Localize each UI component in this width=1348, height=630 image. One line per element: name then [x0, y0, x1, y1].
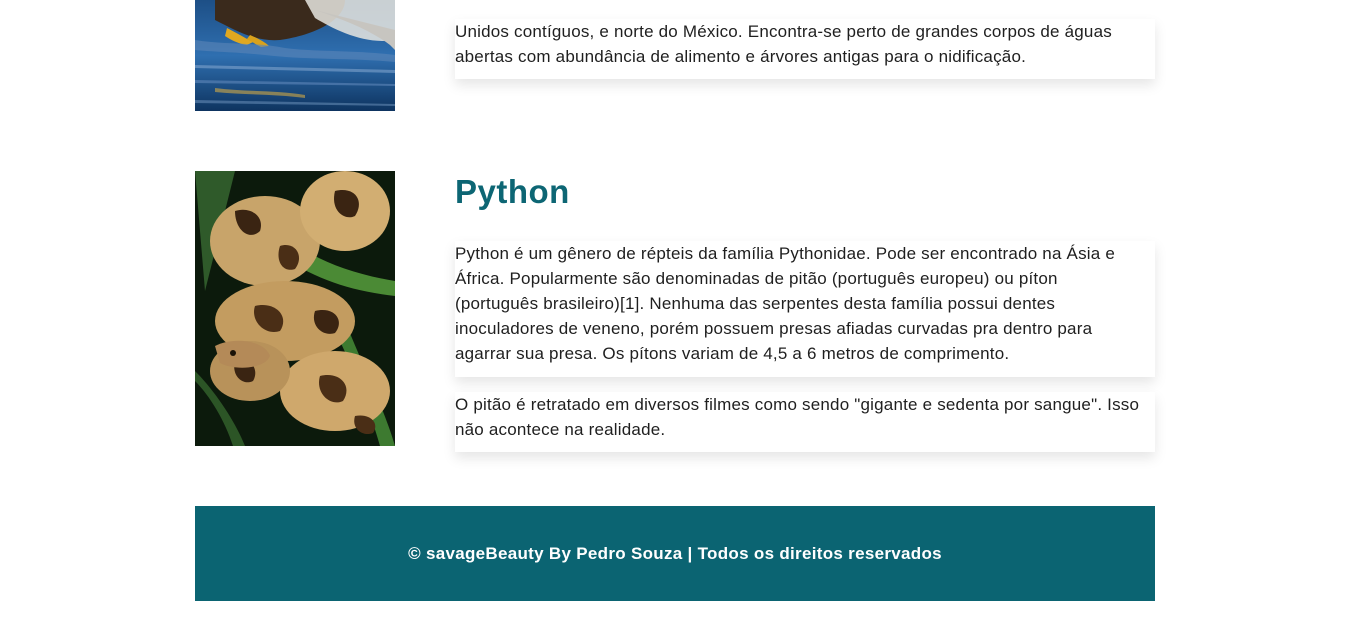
eagle-image-graphic	[195, 0, 395, 111]
site-footer: © savageBeauty By Pedro Souza | Todos os…	[195, 506, 1155, 601]
python-paragraph-2: O pitão é retratado em diversos filmes c…	[455, 392, 1155, 452]
python-image	[195, 171, 395, 446]
footer-copyright: © savageBeauty By Pedro Souza | Todos os…	[408, 543, 942, 563]
eagle-description: Unidos contíguos, e norte do México. Enc…	[455, 19, 1155, 79]
python-paragraph-1: Python é um gênero de répteis da família…	[455, 241, 1155, 377]
page: Unidos contíguos, e norte do México. Enc…	[0, 0, 1348, 630]
eagle-image	[195, 0, 395, 111]
python-title: Python	[455, 173, 570, 210]
python-image-graphic	[195, 171, 395, 446]
